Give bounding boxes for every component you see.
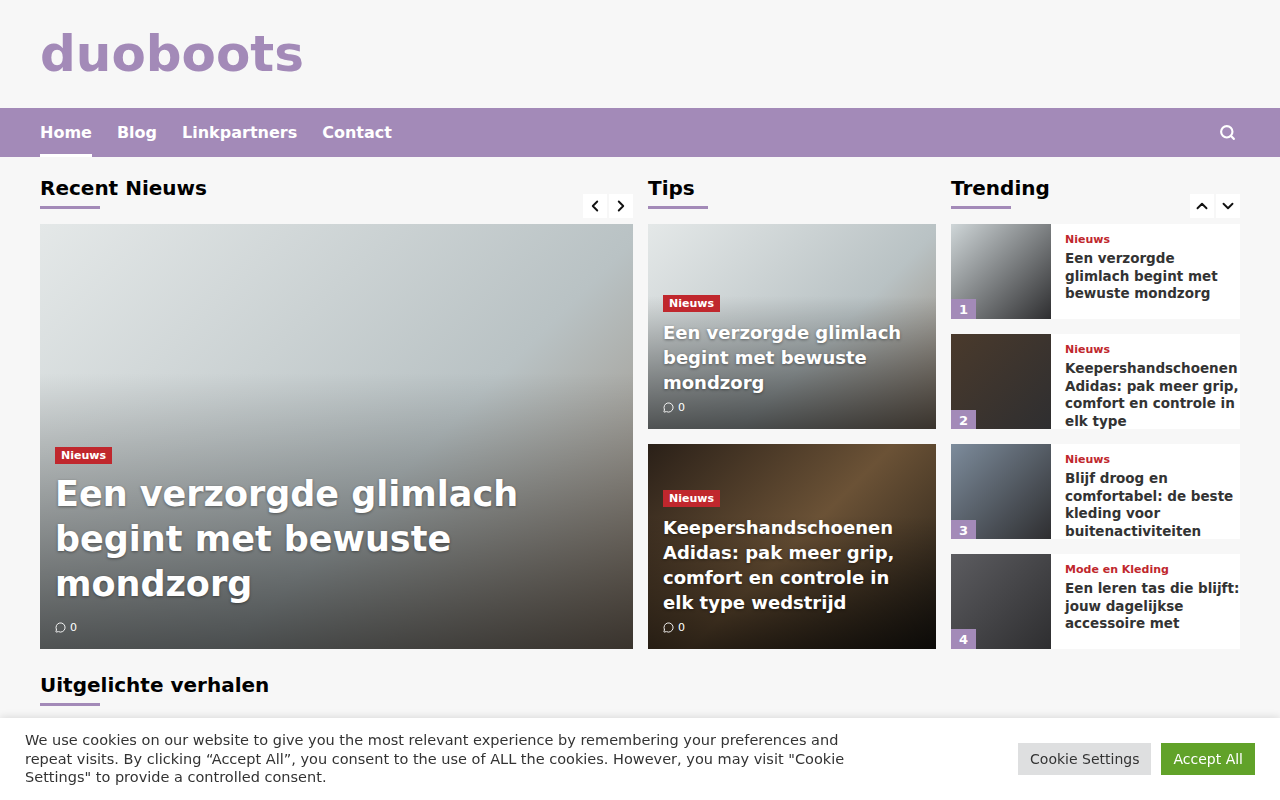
trending-category[interactable]: Nieuws <box>1065 453 1240 467</box>
comment-icon <box>663 622 674 633</box>
trending-title[interactable]: Een leren tas die blijft: jouw dagelijks… <box>1065 580 1240 633</box>
category-badge[interactable]: Nieuws <box>663 295 720 312</box>
comment-count: 0 <box>55 621 618 634</box>
rank-badge: 2 <box>951 410 976 429</box>
comment-icon <box>55 622 66 633</box>
trending-item[interactable]: 1 Nieuws Een verzorgde glimlach begint met… <box>951 224 1240 319</box>
trending: Trending 1 Nieuws Een verzorgde glimlach be… <box>951 157 1240 649</box>
section-title: Trending <box>951 172 1050 204</box>
comment-count: 0 <box>663 621 921 634</box>
trending-item[interactable]: 2 Nieuws Keepershandschoenen Adidas: pak m… <box>951 334 1240 429</box>
trending-thumb[interactable]: 1 <box>951 224 1051 319</box>
comment-count: 0 <box>663 401 921 414</box>
trending-category[interactable]: Mode en Kleding <box>1065 563 1240 577</box>
trending-thumb[interactable]: 4 <box>951 554 1051 649</box>
search-icon <box>1219 124 1236 141</box>
up-button[interactable] <box>1190 194 1214 218</box>
site-header: duoboots <box>0 0 1280 108</box>
next-button[interactable] <box>609 194 633 218</box>
nav-item[interactable]: Blog <box>117 108 157 157</box>
section-header: Uitgelichte verhalen <box>40 649 1240 718</box>
trending-thumb[interactable]: 3 <box>951 444 1051 539</box>
nav-item[interactable]: Contact <box>322 108 392 157</box>
main-nav: Home Blog Linkpartners Contact <box>0 108 1280 157</box>
chevron-right-icon <box>612 197 630 215</box>
down-button[interactable] <box>1216 194 1240 218</box>
title-underline <box>648 206 708 209</box>
tip-card[interactable]: Nieuws Keepershandschoenen Adidas: pak me… <box>648 444 936 649</box>
trending-title[interactable]: Blijf droog en comfortabel: de beste kle… <box>1065 470 1240 539</box>
trending-thumb[interactable]: 2 <box>951 334 1051 429</box>
search-button[interactable] <box>1215 108 1240 157</box>
comment-icon <box>663 402 674 413</box>
section-title: Uitgelichte verhalen <box>40 669 269 701</box>
recent-news: Recent Nieuws Nieuws Een verzorgde glimlac… <box>40 157 633 649</box>
nav-item[interactable]: Linkpartners <box>182 108 297 157</box>
tip-card[interactable]: Nieuws Een verzorgde glimlach begint met … <box>648 224 936 429</box>
section-title: Recent Nieuws <box>40 172 207 204</box>
section-header: Recent Nieuws <box>40 157 633 221</box>
trending-item[interactable]: 3 Nieuws Blijf droog en comfortabel: de be… <box>951 444 1240 539</box>
chevron-down-icon <box>1219 197 1237 215</box>
cookie-text: We use cookies on our website to give yo… <box>25 731 885 787</box>
cookie-banner: We use cookies on our website to give yo… <box>0 718 1280 800</box>
cookie-button[interactable]: Accept All <box>1161 743 1255 775</box>
category-badge[interactable]: Nieuws <box>663 490 720 507</box>
tips: Tips Nieuws Een verzorgde glimlach begint … <box>648 157 936 649</box>
title-underline <box>40 703 100 706</box>
slide-card[interactable]: Nieuws Een verzorgde glimlach begint met … <box>40 224 633 649</box>
title-underline <box>951 206 1011 209</box>
post-title[interactable]: Keepershandschoenen Adidas: pak meer gri… <box>663 515 921 615</box>
title-underline <box>40 206 100 209</box>
cookie-button[interactable]: Cookie Settings <box>1018 743 1151 775</box>
section-header: Tips <box>648 157 936 221</box>
trending-item[interactable]: 4 Mode en Kleding Een leren tas die blijft… <box>951 554 1240 649</box>
rank-badge: 1 <box>951 299 976 319</box>
post-title[interactable]: Een verzorgde glimlach begint met bewust… <box>663 320 921 395</box>
prev-button[interactable] <box>583 194 607 218</box>
rank-badge: 4 <box>951 629 976 649</box>
trending-category[interactable]: Nieuws <box>1065 343 1240 357</box>
section-title: Tips <box>648 172 708 204</box>
nav-item[interactable]: Home <box>40 108 92 157</box>
rank-badge: 3 <box>951 520 976 539</box>
chevron-left-icon <box>586 197 604 215</box>
category-badge[interactable]: Nieuws <box>55 447 112 464</box>
post-title[interactable]: Een verzorgde glimlach begint met bewust… <box>55 472 618 607</box>
trending-title[interactable]: Een verzorgde glimlach begint met bewust… <box>1065 250 1240 303</box>
site-logo[interactable]: duoboots <box>40 27 304 82</box>
chevron-up-icon <box>1193 197 1211 215</box>
trending-category[interactable]: Nieuws <box>1065 233 1240 247</box>
section-header: Trending <box>951 157 1240 221</box>
trending-title[interactable]: Keepershandschoenen Adidas: pak meer gri… <box>1065 360 1240 429</box>
